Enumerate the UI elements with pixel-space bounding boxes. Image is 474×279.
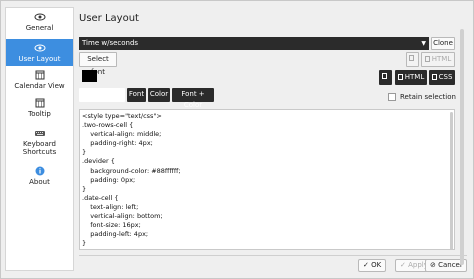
code-line: } — [82, 184, 87, 193]
layout-select[interactable]: Time w/seconds ▼ — [79, 37, 429, 50]
eye-icon — [34, 13, 45, 21]
chevron-down-icon: ▼ — [421, 40, 426, 47]
code-line: font-size: 16px; — [82, 221, 141, 230]
document-icon — [431, 74, 437, 80]
keyboard-icon — [34, 131, 45, 136]
layout-select-value: Time w/seconds — [82, 39, 139, 47]
select-font-button[interactable]: Select font — [79, 52, 117, 76]
code-line: padding-left: 4px; — [82, 230, 149, 239]
retain-selection-label: Retain selection — [400, 93, 456, 101]
retain-selection-checkbox[interactable]: Retain selection — [388, 93, 456, 101]
footer-divider — [79, 255, 467, 256]
document-icon — [397, 74, 403, 80]
calendar-icon — [35, 70, 44, 80]
font-color-button[interactable]: Font + Color — [172, 88, 214, 109]
sidebar-item-keyboard-shortcuts[interactable]: Keyboard Shortcuts — [6, 128, 73, 164]
sidebar-item-label: General — [25, 24, 54, 32]
sidebar-item-label: Tooltip — [28, 110, 51, 118]
color-button[interactable]: Color — [148, 88, 170, 102]
code-line: <style type="text/css"> — [82, 112, 162, 120]
code-line: } — [82, 239, 87, 248]
copy-icon — [409, 55, 414, 61]
sidebar-item-general[interactable]: General — [6, 12, 73, 38]
code-line: background-color: #88ffffff; — [82, 166, 181, 175]
settings-window: General User Layout Calendar View Toolti… — [0, 0, 474, 279]
code-line: .devider { — [82, 157, 115, 166]
code-line: vertical-align: middle; — [82, 130, 162, 139]
page-scrollbar[interactable] — [460, 29, 464, 265]
sidebar-item-label: User Layout — [18, 55, 61, 63]
code-line: } — [82, 148, 87, 157]
sidebar-item-label: Calendar View — [14, 82, 65, 90]
sidebar-item-label: Keyboard Shortcuts — [22, 140, 57, 156]
info-icon — [35, 166, 44, 176]
code-line: padding-right: 4px; — [82, 139, 153, 148]
html-disabled-label: HTML — [431, 55, 452, 63]
copy-html-icon-button[interactable] — [406, 52, 419, 67]
sidebar-item-user-layout[interactable]: User Layout — [6, 39, 73, 66]
eye-icon — [34, 44, 45, 52]
ok-label: OK — [371, 261, 382, 269]
html-disabled-button[interactable]: HTML — [421, 52, 455, 67]
code-line: text-align: left; — [82, 202, 139, 211]
copy-icon — [382, 73, 387, 79]
code-line: .date-cell { — [82, 193, 119, 202]
editor-scrollbar[interactable] — [450, 112, 453, 249]
css-editor[interactable]: <style type="text/css"> .two-rows-cell { … — [79, 109, 455, 250]
document-icon — [424, 56, 430, 62]
checkbox-box[interactable] — [388, 93, 396, 101]
ok-button[interactable]: ✓ OK — [358, 259, 387, 272]
page-title: User Layout — [79, 13, 139, 24]
sidebar-item-calendar-view[interactable]: Calendar View — [6, 70, 73, 97]
calendar-icon — [35, 98, 44, 108]
sidebar-item-about[interactable]: About — [6, 166, 73, 193]
code-line: .two-rows-cell { — [82, 121, 134, 130]
font-button[interactable]: Font — [127, 88, 146, 102]
css-label: CSS — [438, 73, 453, 81]
copy-icon-button[interactable] — [379, 70, 392, 85]
sidebar-item-label: About — [29, 178, 50, 186]
code-line: padding: 0px; — [82, 175, 136, 184]
html-label: HTML — [404, 73, 425, 81]
sidebar: General User Layout Calendar View Toolti… — [5, 7, 74, 271]
code-line: vertical-align: bottom; — [82, 212, 163, 221]
tab-hidden[interactable]: Font — [79, 88, 125, 102]
clone-button[interactable]: Clone — [431, 37, 455, 50]
cancel-label: Cancel — [438, 261, 462, 269]
sidebar-item-tooltip[interactable]: Tooltip — [6, 98, 73, 125]
html-button[interactable]: HTML — [395, 70, 427, 85]
code-text: <style type="text/css"> .two-rows-cell { … — [80, 110, 454, 249]
main-panel: User Layout Time w/seconds ▼ Clone Selec… — [79, 7, 467, 277]
color-swatch[interactable] — [82, 70, 97, 82]
css-button[interactable]: CSS — [429, 70, 455, 85]
